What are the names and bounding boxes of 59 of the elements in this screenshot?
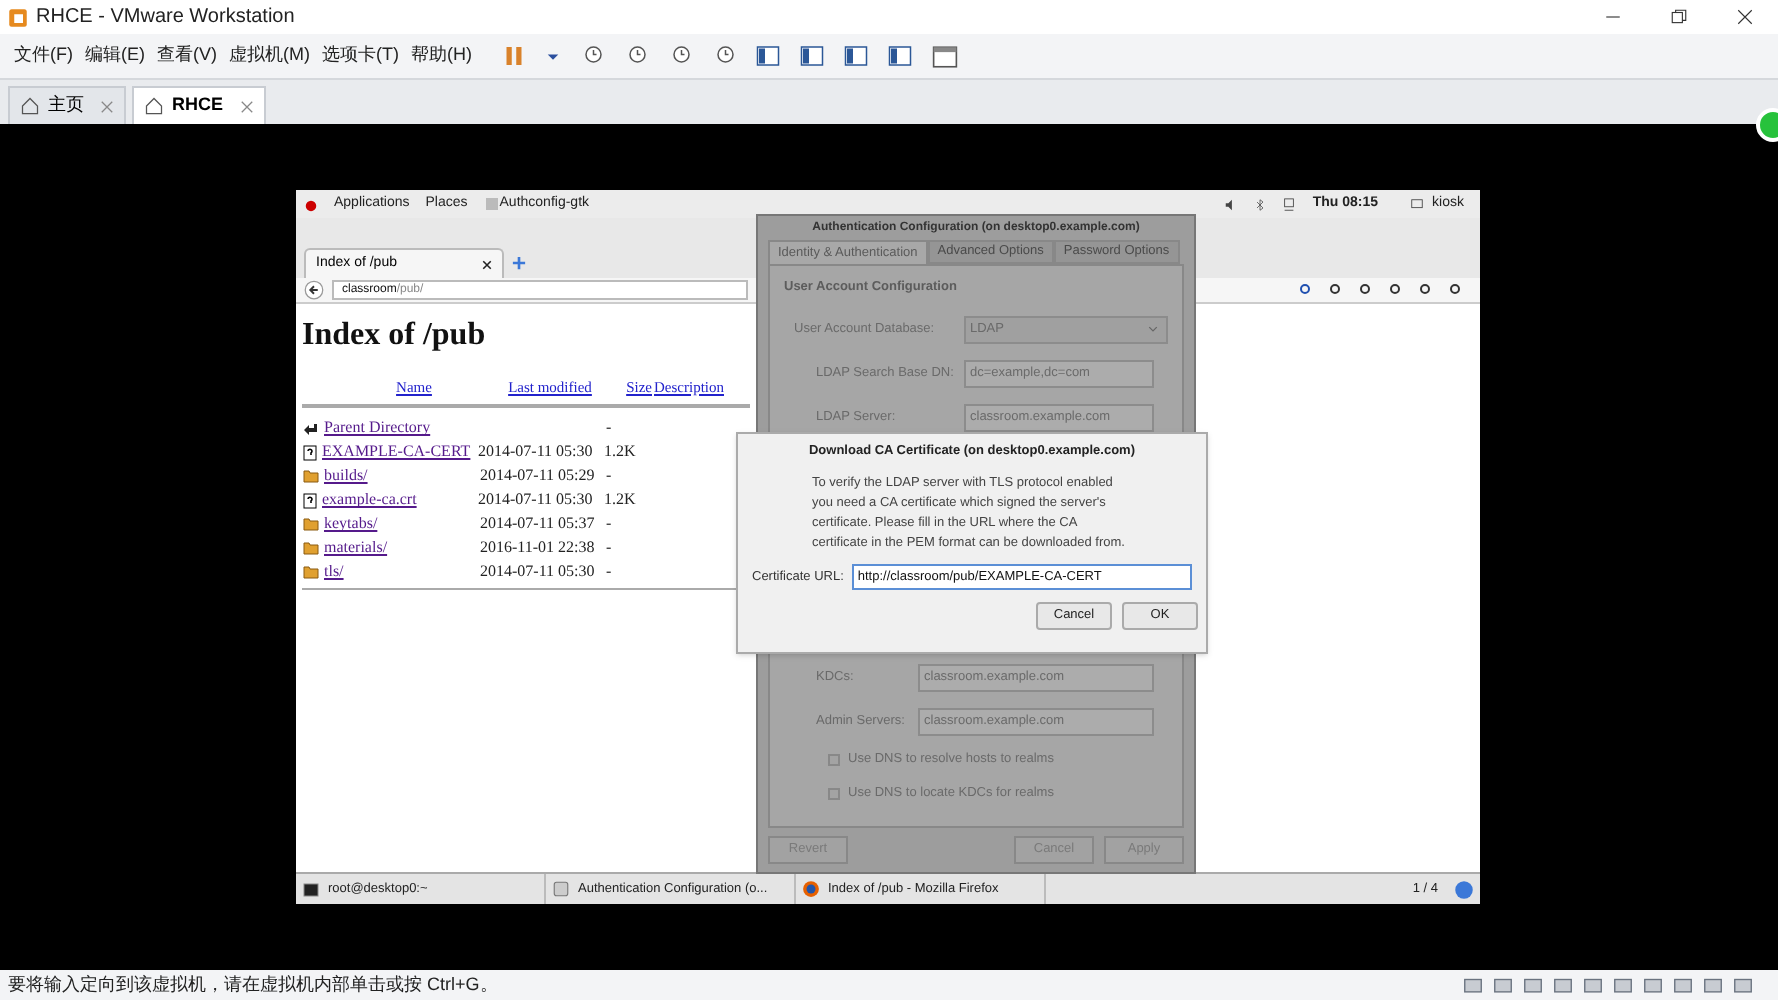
menu-item[interactable]: 文件(F) bbox=[8, 42, 79, 70]
file-size: - bbox=[606, 464, 614, 489]
file-size: - bbox=[606, 416, 614, 441]
modified-date: 2016-11-01 22:38 bbox=[480, 536, 597, 561]
file-link[interactable]: builds/ bbox=[324, 464, 480, 489]
vm-tab[interactable]: 主页 bbox=[8, 86, 126, 124]
file-link[interactable]: tls/ bbox=[324, 560, 480, 585]
file-size: 1.2K bbox=[604, 488, 638, 513]
close-icon bbox=[1736, 8, 1754, 26]
close-icon bbox=[239, 99, 254, 113]
file-size: 1.2K bbox=[604, 440, 638, 465]
close-icon bbox=[100, 99, 114, 113]
checkbox[interactable] bbox=[828, 788, 840, 801]
chevron-down-icon bbox=[1148, 324, 1158, 335]
browser-icon bbox=[802, 880, 820, 898]
close-icon bbox=[482, 259, 492, 269]
folder-icon bbox=[302, 468, 320, 485]
menu-item[interactable]: 帮助(H) bbox=[405, 42, 478, 70]
clock-icon bbox=[668, 44, 692, 68]
checkbox[interactable] bbox=[828, 754, 840, 767]
file-link[interactable]: materials/ bbox=[324, 536, 480, 561]
clock-icon bbox=[712, 44, 736, 68]
dropdown-caret-icon bbox=[546, 49, 560, 63]
file-size: - bbox=[606, 560, 614, 585]
unknown-file-icon bbox=[302, 443, 318, 462]
modified-date: 2014-07-11 05:37 bbox=[480, 512, 597, 537]
menu-item[interactable]: 虚拟机(M) bbox=[223, 42, 316, 70]
modified-date: 2014-07-11 05:30 bbox=[478, 440, 595, 465]
app-icon bbox=[552, 880, 570, 898]
vm-tab[interactable]: RHCE bbox=[132, 86, 266, 124]
unknown-file-icon bbox=[302, 491, 318, 510]
window-icon bbox=[483, 196, 500, 212]
page-heading: Index of /pub bbox=[302, 316, 486, 356]
file-size: - bbox=[606, 536, 614, 561]
modified-date: 2014-07-11 05:29 bbox=[480, 464, 597, 489]
new-tab-icon bbox=[512, 256, 526, 270]
menu-item[interactable]: 查看(V) bbox=[151, 42, 223, 70]
file-link[interactable]: example-ca.crt bbox=[322, 488, 478, 513]
modified-date: 2014-07-11 05:30 bbox=[478, 488, 595, 513]
back-arrow-icon bbox=[302, 420, 320, 437]
info-icon bbox=[1454, 879, 1474, 899]
status-message: 要将输入定向到该虚拟机，请在虚拟机内部单击或按 Ctrl+G。 bbox=[8, 971, 498, 998]
pause-icon bbox=[502, 44, 526, 68]
file-link[interactable]: EXAMPLE-CA-CERT bbox=[322, 440, 478, 465]
file-link[interactable]: keytabs/ bbox=[324, 512, 480, 537]
menu-item[interactable]: 选项卡(T) bbox=[316, 42, 405, 70]
file-link[interactable]: Parent Directory bbox=[324, 416, 480, 441]
restore-icon bbox=[1670, 8, 1688, 26]
terminal-icon bbox=[302, 881, 320, 897]
window-title: RHCE - VMware Workstation bbox=[36, 4, 295, 32]
menu-item[interactable]: 编辑(E) bbox=[79, 42, 151, 70]
view-icon bbox=[932, 43, 958, 69]
sidebar-icon bbox=[756, 44, 780, 68]
app-logo-icon bbox=[8, 7, 28, 27]
redhat-icon bbox=[304, 197, 318, 211]
clock-icon bbox=[624, 44, 648, 68]
file-size: - bbox=[606, 512, 614, 537]
modified-date: 2014-07-11 05:30 bbox=[480, 560, 597, 585]
bluetooth-icon bbox=[1254, 197, 1267, 211]
